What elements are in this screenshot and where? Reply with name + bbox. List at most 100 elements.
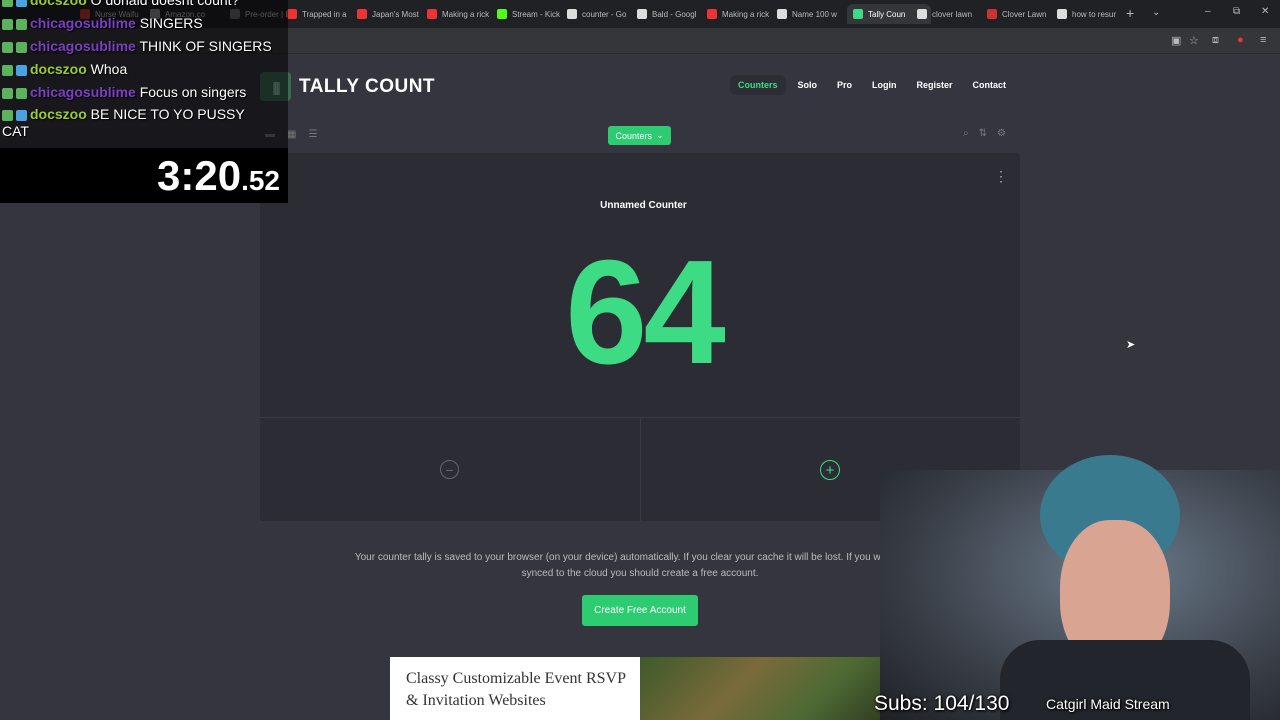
tab-favicon-icon: [1057, 9, 1067, 19]
browser-tab[interactable]: counter - Go: [567, 4, 626, 24]
tab-favicon-icon: [853, 9, 863, 19]
button-divider: [640, 418, 641, 521]
chat-message: chicagosublime Focus on singers: [2, 84, 246, 100]
chat-badge-icon: [2, 64, 13, 76]
advertisement-banner[interactable]: Classy Customizable Event RSVP & Invitat…: [390, 657, 890, 720]
chat-username: chicagosublime: [30, 38, 136, 54]
grid-view-icon[interactable]: ▦: [287, 129, 296, 140]
main-nav: Counters Solo Pro Login Register Contact: [730, 75, 1014, 95]
nav-solo[interactable]: Solo: [790, 75, 826, 95]
counters-dropdown[interactable]: Counters ⌄: [608, 126, 671, 145]
chevron-down-icon: ⌄: [655, 130, 664, 140]
chat-text: SINGERS: [139, 15, 203, 31]
counter-menu-icon[interactable]: ⋮: [994, 168, 1008, 185]
chat-badge-icon: [16, 41, 27, 53]
chat-badge-icon: [2, 87, 13, 99]
search-icon[interactable]: ⌕: [963, 128, 969, 139]
tab-label: Bald - Googl: [652, 9, 697, 19]
counters-dropdown-label: Counters: [615, 130, 652, 141]
close-window-button[interactable]: ✕: [1261, 6, 1269, 17]
sort-icon[interactable]: ⇅: [979, 128, 987, 139]
minimize-button[interactable]: –: [1205, 6, 1211, 17]
chat-username: chicagosublime: [30, 84, 136, 100]
tab-label: Making a rick: [722, 9, 770, 19]
tab-favicon-icon: [987, 9, 997, 19]
chat-badge-icon: [16, 18, 27, 30]
plus-circle-icon: +: [825, 461, 835, 479]
browser-tab[interactable]: clover lawn: [917, 4, 972, 24]
tab-favicon-icon: [287, 9, 297, 19]
browser-tab[interactable]: Making a rick: [427, 4, 489, 24]
bookmark-star-icon[interactable]: ☆: [1189, 34, 1199, 47]
browser-tab[interactable]: Name 100 w: [777, 4, 837, 24]
chat-message: chicagosublime THINK OF SINGERS: [2, 38, 272, 54]
tab-label: Tally Coun: [868, 9, 906, 19]
nav-counters[interactable]: Counters: [730, 75, 786, 95]
browser-tab[interactable]: Japan's Most: [357, 4, 419, 24]
save-info-text: Your counter tally is saved to your brow…: [354, 552, 926, 579]
speedrun-timer: 3:20.52: [0, 148, 288, 203]
logo-text: TALLY COUNT: [299, 75, 436, 97]
create-free-account-button[interactable]: Create Free Account: [582, 595, 698, 626]
browser-tab[interactable]: Trapped in a: [287, 4, 347, 24]
chat-badge-icon: [16, 64, 27, 76]
tab-favicon-icon: [707, 9, 717, 19]
chat-badge-icon: [16, 0, 27, 7]
counter-value: 64: [565, 230, 726, 395]
browser-tab[interactable]: Making a rick: [707, 4, 769, 24]
extensions-icon[interactable]: ⧈: [1212, 34, 1219, 47]
new-tab-button[interactable]: +: [1126, 5, 1134, 21]
tab-favicon-icon: [567, 9, 577, 19]
chat-text: Focus on singers: [139, 84, 247, 100]
tab-label: how to resur: [1072, 9, 1117, 19]
tab-label: Trapped in a: [302, 9, 347, 19]
nav-contact[interactable]: Contact: [965, 75, 1015, 95]
chat-badge-icon: [2, 109, 13, 121]
browser-tab[interactable]: how to resur: [1057, 4, 1116, 24]
ad-text: Classy Customizable Event RSVP & Invitat…: [390, 657, 640, 720]
browser-tab[interactable]: Stream - Kick: [497, 4, 560, 24]
ad-photo: [640, 657, 890, 720]
browser-tab[interactable]: Bald - Googl: [637, 4, 696, 24]
minus-circle-icon: −: [445, 461, 454, 478]
tab-favicon-icon: [917, 9, 927, 19]
nav-login[interactable]: Login: [864, 75, 905, 95]
chat-username: chicagosublime: [30, 15, 136, 31]
restore-button[interactable]: ⧉: [1233, 6, 1240, 17]
chat-badge-icon: [2, 0, 13, 7]
tab-favicon-icon: [357, 9, 367, 19]
decrement-button[interactable]: −: [440, 460, 459, 479]
increment-button[interactable]: +: [820, 460, 840, 480]
counter-tools: ⌕ ⇅ ⚙: [963, 128, 1006, 139]
counter-name[interactable]: Unnamed Counter: [260, 200, 1027, 211]
chat-text: THINK OF SINGERS: [139, 38, 272, 54]
chat-text: O donald doesnt count?: [90, 0, 240, 8]
chat-text: CAT: [2, 123, 29, 139]
chat-message: docszoo O donald doesnt count?: [2, 0, 239, 8]
tab-label: Name 100 w: [792, 9, 837, 19]
install-app-icon[interactable]: ▣: [1171, 34, 1181, 47]
tab-label: Japan's Most: [372, 9, 419, 19]
browser-menu-icon[interactable]: ≡: [1260, 34, 1266, 46]
tab-search-button[interactable]: ⌄: [1152, 7, 1160, 18]
settings-gear-icon[interactable]: ⚙: [997, 128, 1006, 139]
list-view-icon[interactable]: ☰: [308, 129, 317, 140]
stream-chat-overlay: docszoo O donald doesnt count? chicagosub…: [0, 0, 288, 148]
subs-counter: Subs: 104/130: [874, 692, 1010, 715]
tab-favicon-icon: [637, 9, 647, 19]
nav-register[interactable]: Register: [909, 75, 961, 95]
chat-username: docszoo: [30, 61, 87, 77]
chat-message: CAT: [2, 123, 29, 139]
tab-label: Making a rick: [442, 9, 490, 19]
nav-pro[interactable]: Pro: [829, 75, 860, 95]
chat-message: docszoo BE NICE TO YO PUSSY: [2, 106, 245, 122]
chat-text: BE NICE TO YO PUSSY: [90, 106, 245, 122]
chat-username: docszoo: [30, 106, 87, 122]
chat-badge-icon: [16, 87, 27, 99]
extension-red-icon[interactable]: ●: [1237, 34, 1244, 46]
tab-label: counter - Go: [582, 9, 627, 19]
chat-badge-icon: [16, 109, 27, 121]
chat-username: docszoo: [30, 0, 87, 8]
timer-centiseconds: .52: [241, 165, 280, 196]
browser-tab[interactable]: Clover Lawn: [987, 4, 1046, 24]
